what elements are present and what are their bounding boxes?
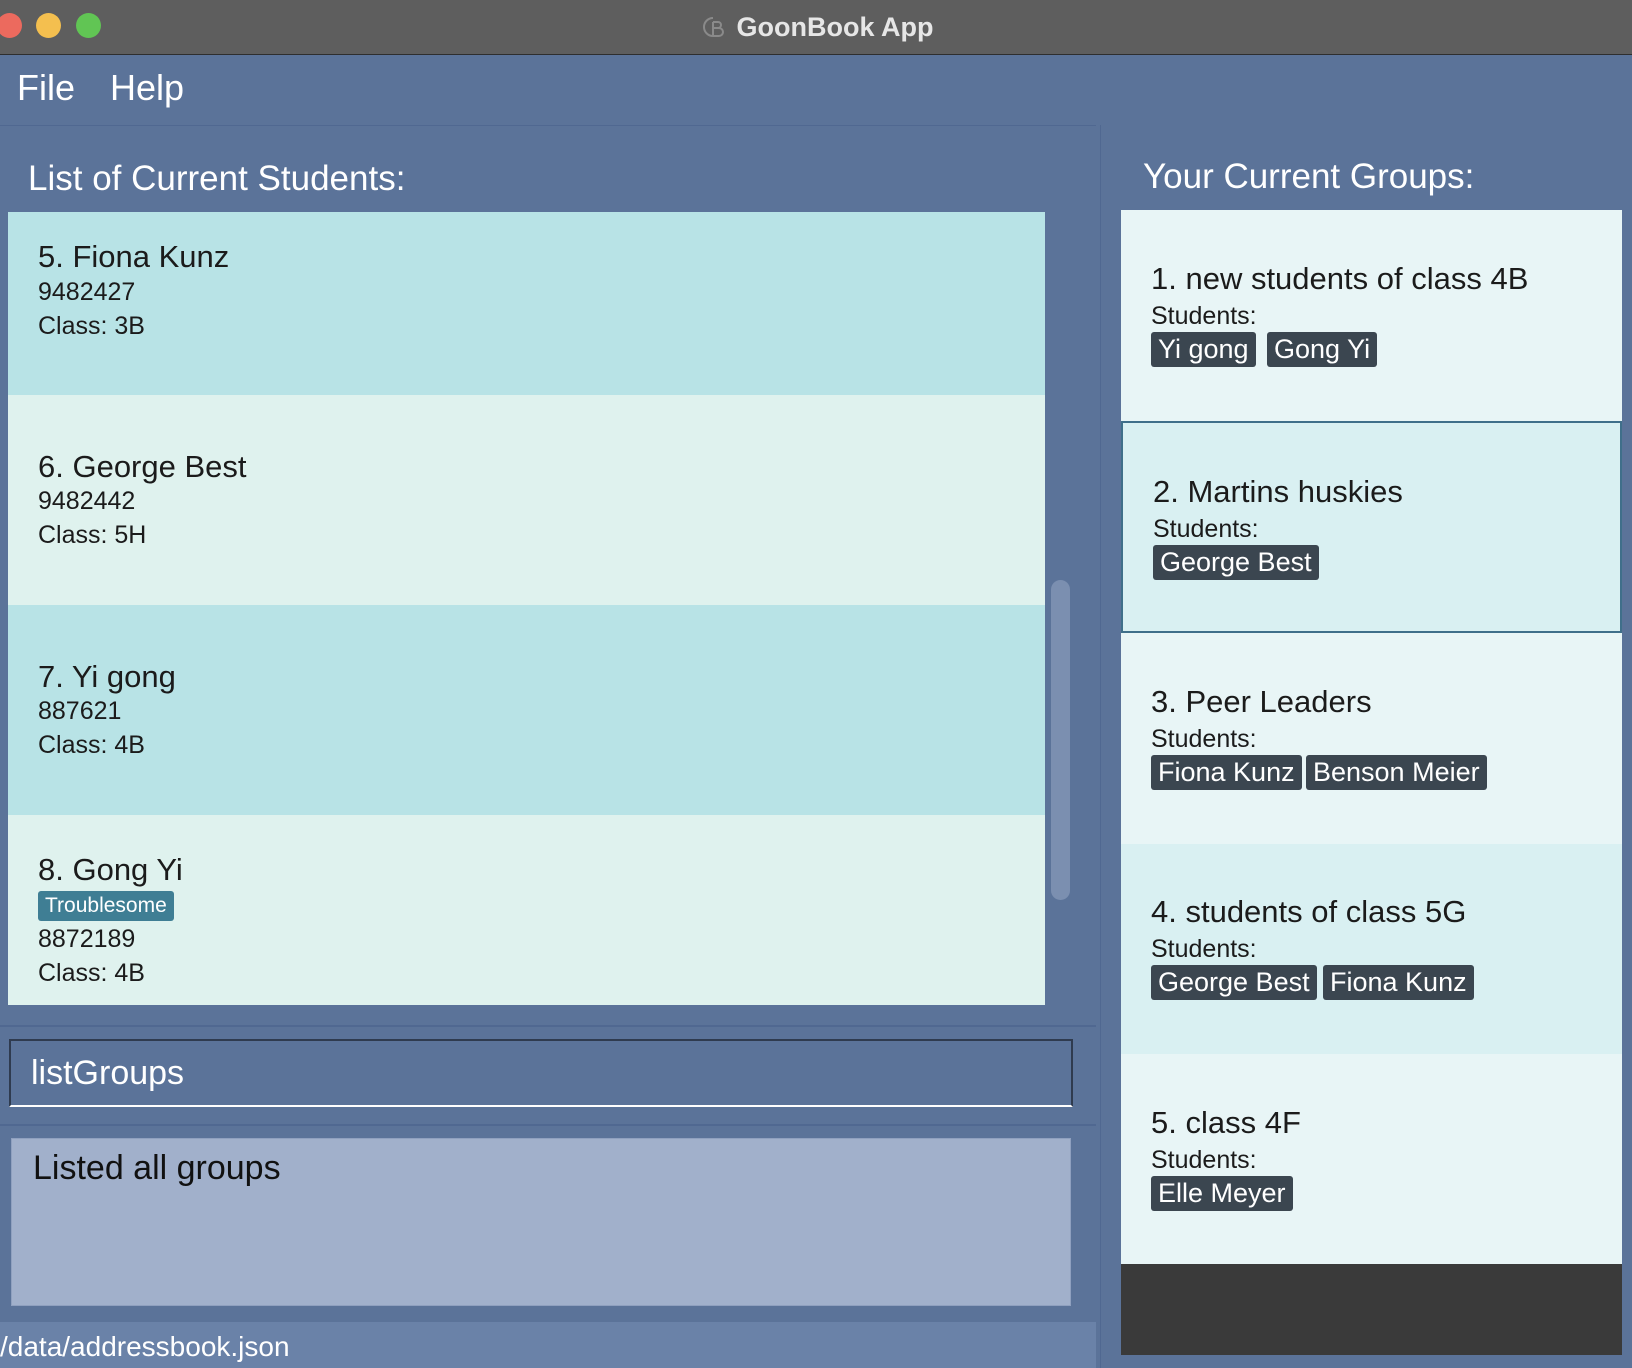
status-bar: /data/addressbook.json [0,1322,1096,1368]
student-phone: 8872189 [38,925,136,953]
group-card[interactable]: 5. class 4F Students: Elle Meyer [1121,1054,1622,1264]
group-list[interactable]: 1. new students of class 4B Students: Yi… [1121,210,1622,1355]
group-member-chip: Gong Yi [1267,332,1378,367]
student-phone: 9482427 [38,278,136,306]
student-card[interactable]: 8. Gong Yi Troublesome 8872189 Class: 4B [8,815,1045,1005]
menu-help[interactable]: Help [110,67,184,109]
group-card[interactable]: 4. students of class 5G Students: George… [1121,844,1622,1054]
student-card[interactable]: 5. Fiona Kunz 9482427 Class: 3B [8,212,1045,395]
student-card[interactable]: 7. Yi gong 887621 Class: 4B [8,605,1045,815]
command-input[interactable] [9,1039,1073,1107]
result-display: Listed all groups [11,1138,1071,1306]
student-phone: 9482442 [38,487,136,515]
groups-panel-title: Your Current Groups: [1143,157,1475,196]
student-class: Class: 5H [38,521,147,549]
group-students-label: Students: [1151,302,1257,330]
group-name: 2. Martins huskies [1153,474,1403,509]
group-member-chip: Fiona Kunz [1323,965,1474,1000]
students-panel-title: List of Current Students: [28,159,406,198]
student-tag: Troublesome [38,891,174,921]
group-students-label: Students: [1153,515,1259,543]
group-member-chip: George Best [1153,545,1319,580]
group-member-chip: Benson Meier [1306,755,1487,790]
student-name: 7. Yi gong [38,659,176,694]
student-list[interactable]: 5. Fiona Kunz 9482427 Class: 3B 6. Georg… [8,212,1045,1005]
student-name: 8. Gong Yi [38,852,183,887]
group-name: 1. new students of class 4B [1151,261,1529,296]
group-member-chip: Fiona Kunz [1151,755,1302,790]
title-bar: GoonBook App [0,0,1632,55]
group-card[interactable]: 3. Peer Leaders Students: Fiona Kunz Ben… [1121,633,1622,844]
title-wrap: GoonBook App [0,0,1632,54]
group-students-label: Students: [1151,1146,1257,1174]
student-name: 6. George Best [38,449,247,484]
student-class: Class: 3B [38,312,145,340]
status-file-path: /data/addressbook.json [0,1331,290,1362]
window-title: GoonBook App [736,11,934,42]
student-class: Class: 4B [38,959,145,987]
group-name: 4. students of class 5G [1151,894,1467,929]
group-students-label: Students: [1151,935,1257,963]
group-member-chip: George Best [1151,965,1317,1000]
group-card-selected[interactable]: 2. Martins huskies Students: George Best [1121,421,1622,633]
group-card[interactable]: 1. new students of class 4B Students: Yi… [1121,210,1622,421]
group-name: 5. class 4F [1151,1105,1301,1140]
app-logo-icon [702,17,724,37]
group-students-label: Students: [1151,725,1257,753]
group-member-chip: Yi gong [1151,332,1256,367]
menu-file[interactable]: File [17,67,75,109]
student-name: 5. Fiona Kunz [38,239,230,274]
student-phone: 887621 [38,697,122,725]
student-card[interactable]: 6. George Best 9482442 Class: 5H [8,395,1045,605]
group-member-chip: Elle Meyer [1151,1176,1293,1211]
student-list-scrollbar[interactable] [1051,580,1070,900]
student-class: Class: 4B [38,731,145,759]
group-name: 3. Peer Leaders [1151,684,1372,719]
menu-bar: File Help [0,55,1632,122]
result-text: Listed all groups [33,1149,281,1187]
